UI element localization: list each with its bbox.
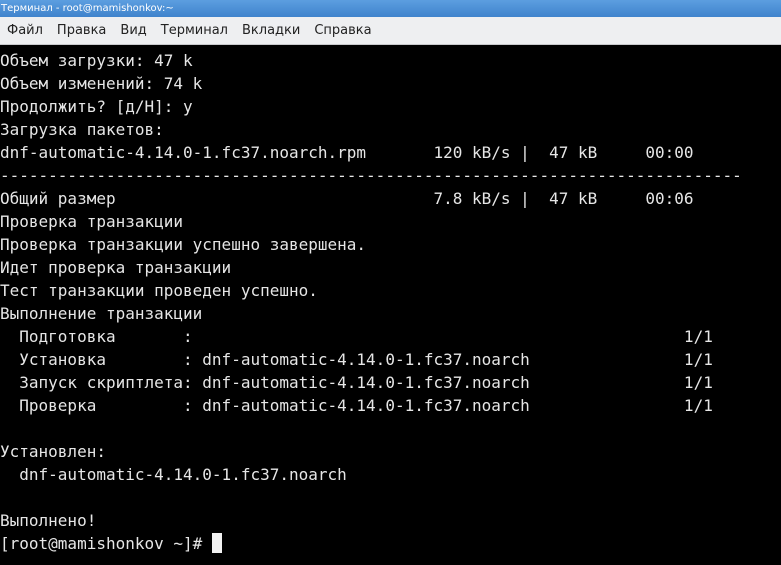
- terminal-line: Тест транзакции проведен успешно.: [0, 281, 318, 300]
- terminal-line: Объем загрузки: 47 k: [0, 51, 193, 70]
- menu-terminal[interactable]: Терминал: [154, 17, 235, 45]
- menu-view[interactable]: Вид: [113, 17, 153, 45]
- terminal-line: Выполнено!: [0, 511, 97, 530]
- menu-file[interactable]: Файл: [0, 17, 50, 45]
- terminal-line: dnf-automatic-4.14.0-1.fc37.noarch: [0, 465, 347, 484]
- terminal-line: Общий размер 7.8 kB/s | 47 kB 00:06: [0, 189, 694, 208]
- terminal-line: dnf-automatic-4.14.0-1.fc37.noarch.rpm 1…: [0, 143, 694, 162]
- terminal-line: Идет проверка транзакции: [0, 258, 232, 277]
- terminal-window: Терминал - root@mamishonkov:~ Файл Правк…: [0, 0, 781, 565]
- terminal-line: Выполнение транзакции: [0, 304, 203, 323]
- terminal-line: Проверка транзакции успешно завершена.: [0, 235, 367, 254]
- terminal-line: Подготовка : 1/1: [0, 327, 713, 346]
- terminal-line: Установка : dnf-automatic-4.14.0-1.fc37.…: [0, 350, 713, 369]
- menu-help[interactable]: Справка: [307, 17, 378, 45]
- window-titlebar[interactable]: Терминал - root@mamishonkov:~: [0, 0, 781, 17]
- terminal-line: Загрузка пакетов:: [0, 120, 164, 139]
- shell-prompt: [root@mamishonkov ~]#: [0, 534, 212, 553]
- terminal-line: Продолжить? [д/Н]: y: [0, 97, 193, 116]
- terminal-line: Проверка транзакции: [0, 212, 184, 231]
- terminal-line: Проверка : dnf-automatic-4.14.0-1.fc37.n…: [0, 396, 713, 415]
- terminal-line: Объем изменений: 74 k: [0, 74, 203, 93]
- menu-edit[interactable]: Правка: [50, 17, 113, 45]
- text-cursor: [211, 533, 222, 553]
- terminal-line: Запуск скриптлета: dnf-automatic-4.14.0-…: [0, 373, 713, 392]
- menu-bar: Файл Правка Вид Терминал Вкладки Справка: [0, 17, 781, 45]
- terminal-prompt-line[interactable]: [root@mamishonkov ~]#: [0, 532, 781, 555]
- terminal-line: Установлен:: [0, 442, 106, 461]
- menu-tabs[interactable]: Вкладки: [235, 17, 307, 45]
- window-title: Терминал - root@mamishonkov:~: [1, 3, 174, 14]
- terminal-separator-line: ----------------------------------------…: [0, 166, 742, 185]
- terminal-output[interactable]: Объем загрузки: 47 k Объем изменений: 74…: [0, 45, 781, 565]
